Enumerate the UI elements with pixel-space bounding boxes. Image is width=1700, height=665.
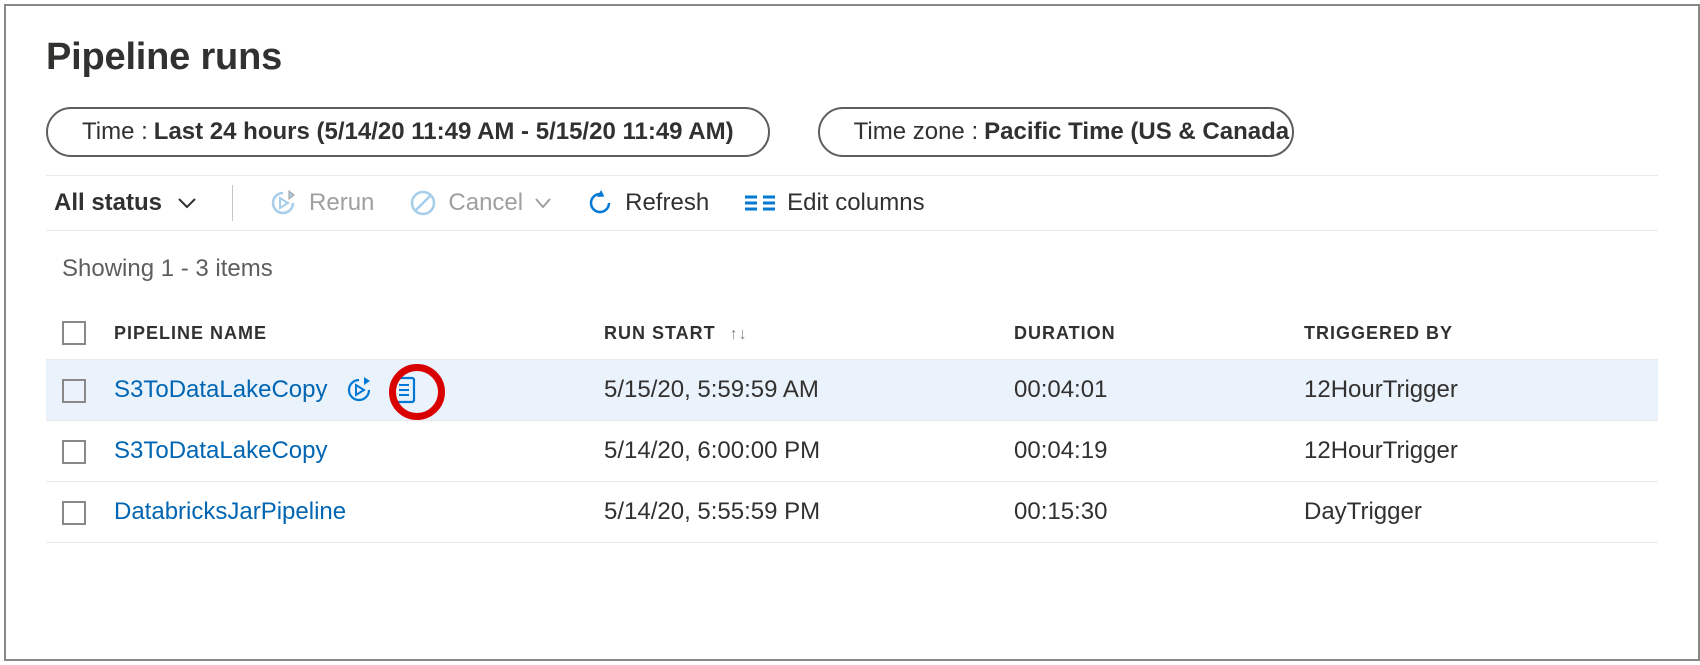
col-run-start-label: RUN START (604, 323, 716, 343)
rerun-icon[interactable] (345, 376, 373, 404)
triggered-by-cell: 12HourTrigger (1296, 421, 1658, 482)
chevron-down-icon (178, 197, 196, 209)
status-filter-dropdown[interactable]: All status (54, 189, 196, 217)
cancel-label: Cancel (448, 189, 523, 217)
rerun-icon (269, 189, 297, 217)
chevron-down-icon (535, 198, 551, 208)
pipeline-runs-table: PIPELINE NAME RUN START ↑↓ DURATION TRIG… (46, 307, 1658, 543)
row-checkbox[interactable] (62, 379, 86, 403)
cancel-icon (410, 190, 436, 216)
time-filter-label: Time : (82, 118, 148, 146)
rerun-label: Rerun (309, 189, 374, 217)
pipeline-runs-panel: Pipeline runs Time : Last 24 hours (5/14… (4, 4, 1700, 661)
timezone-filter-pill[interactable]: Time zone : Pacific Time (US & Canada) (… (818, 107, 1294, 157)
run-start-cell: 5/15/20, 5:59:59 AM (596, 360, 1006, 421)
pipeline-name-link[interactable]: S3ToDataLakeCopy (114, 437, 327, 465)
duration-cell: 00:04:01 (1006, 360, 1296, 421)
edit-columns-button[interactable]: Edit columns (745, 189, 924, 217)
refresh-label: Refresh (625, 189, 709, 217)
cancel-button: Cancel (410, 189, 551, 217)
refresh-icon (587, 190, 613, 216)
time-filter-value: Last 24 hours (5/14/20 11:49 AM - 5/15/2… (154, 118, 734, 146)
time-filter-pill[interactable]: Time : Last 24 hours (5/14/20 11:49 AM -… (46, 107, 770, 157)
table-row[interactable]: S3ToDataLakeCopy 5/15/20, 5:59:59 AM00:04… (46, 360, 1658, 421)
row-checkbox[interactable] (62, 501, 86, 525)
edit-columns-label: Edit columns (787, 189, 924, 217)
col-duration[interactable]: DURATION (1006, 307, 1296, 360)
run-start-cell: 5/14/20, 6:00:00 PM (596, 421, 1006, 482)
table-row[interactable]: S3ToDataLakeCopy 5/14/20, 6:00:00 PM00:04… (46, 421, 1658, 482)
col-run-start[interactable]: RUN START ↑↓ (596, 307, 1006, 360)
status-filter-label: All status (54, 189, 162, 217)
duration-cell: 00:04:19 (1006, 421, 1296, 482)
select-all-checkbox[interactable] (62, 321, 86, 345)
filter-row: Time : Last 24 hours (5/14/20 11:49 AM -… (46, 107, 1658, 157)
consumption-report-icon[interactable] (391, 376, 417, 404)
pipeline-name-link[interactable]: S3ToDataLakeCopy (114, 376, 327, 404)
refresh-button[interactable]: Refresh (587, 189, 709, 217)
col-triggered-by[interactable]: TRIGGERED BY (1296, 307, 1658, 360)
separator (232, 185, 233, 221)
toolbar: All status Rerun Cancel R (46, 175, 1658, 231)
row-checkbox[interactable] (62, 440, 86, 464)
col-pipeline-name[interactable]: PIPELINE NAME (106, 307, 596, 360)
rerun-button: Rerun (269, 189, 374, 217)
run-start-cell: 5/14/20, 5:55:59 PM (596, 482, 1006, 543)
columns-icon (745, 193, 775, 213)
sort-icon: ↑↓ (730, 326, 748, 343)
pipeline-name-link[interactable]: DatabricksJarPipeline (114, 498, 346, 526)
showing-count: Showing 1 - 3 items (62, 255, 1658, 283)
page-title: Pipeline runs (46, 36, 1658, 79)
table-row[interactable]: DatabricksJarPipeline 5/14/20, 5:55:59 PM… (46, 482, 1658, 543)
timezone-filter-label: Time zone : (854, 118, 979, 146)
duration-cell: 00:15:30 (1006, 482, 1296, 543)
triggered-by-cell: DayTrigger (1296, 482, 1658, 543)
triggered-by-cell: 12HourTrigger (1296, 360, 1658, 421)
timezone-filter-value: Pacific Time (US & Canada) (UT... (984, 118, 1294, 146)
